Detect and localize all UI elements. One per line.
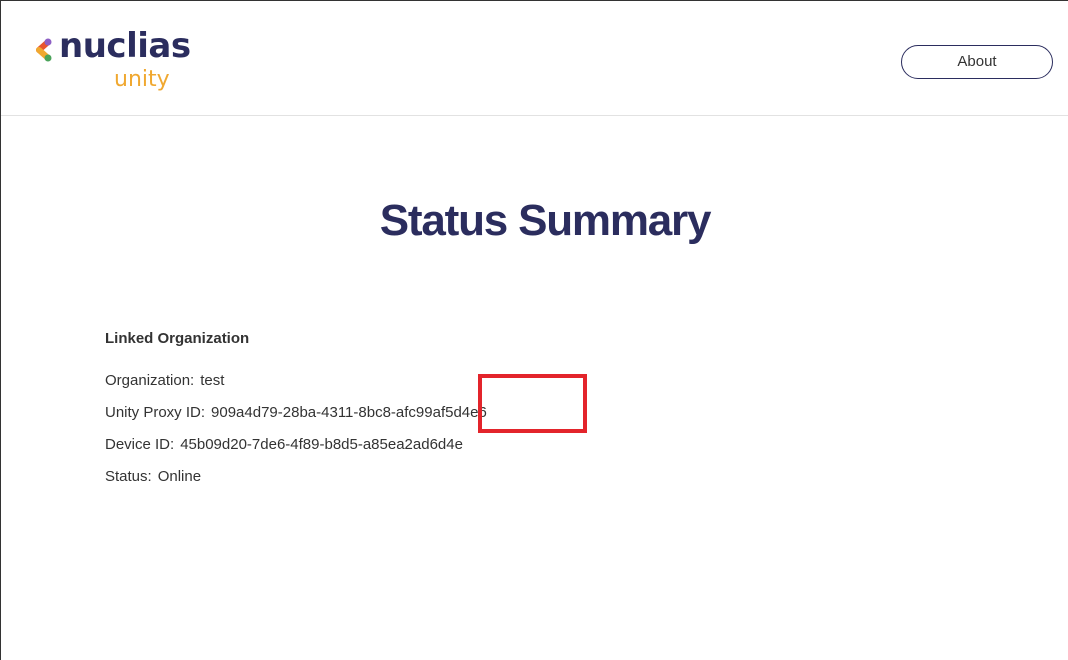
linked-organization-panel: Linked Organization Organization: test Un…: [105, 329, 487, 499]
header-bar: nuclias unity About: [1, 1, 1068, 116]
section-title: Linked Organization: [105, 330, 250, 347]
nuclias-unity-logo[interactable]: nuclias unity: [34, 26, 194, 97]
device-id-value: 45b09d20-7de6-4f89-b8d5-a85ea2ad6d4e: [180, 436, 463, 453]
logo-subtitle: unity: [114, 67, 170, 92]
logo-wordmark: nuclias: [59, 26, 191, 66]
device-id-row: Device ID: 45b09d20-7de6-4f89-b8d5-a85ea2…: [105, 435, 487, 467]
highlight-annotation-box: [478, 374, 587, 433]
organization-label: Organization:: [105, 372, 195, 389]
organization-value: test: [200, 372, 225, 389]
organization-row: Organization: test: [105, 371, 487, 403]
status-value: Online: [157, 468, 202, 485]
page-title: Status Summary: [379, 196, 712, 245]
chevron-dots-logo-icon: [36, 38, 52, 62]
device-id-label: Device ID:: [105, 436, 175, 453]
unity-proxy-id-label: Unity Proxy ID:: [105, 404, 206, 421]
status-label: Status:: [105, 468, 152, 485]
status-row: Status: Online: [105, 467, 487, 499]
unity-proxy-id-row: Unity Proxy ID: 909a4d79-28ba-4311-8bc8-a…: [105, 403, 487, 435]
about-button[interactable]: About: [901, 45, 1053, 79]
unity-proxy-id-value: 909a4d79-28ba-4311-8bc8-afc99af5d4e6: [211, 404, 487, 421]
app-window: nuclias unity About Status Summary Linke…: [0, 0, 1068, 660]
